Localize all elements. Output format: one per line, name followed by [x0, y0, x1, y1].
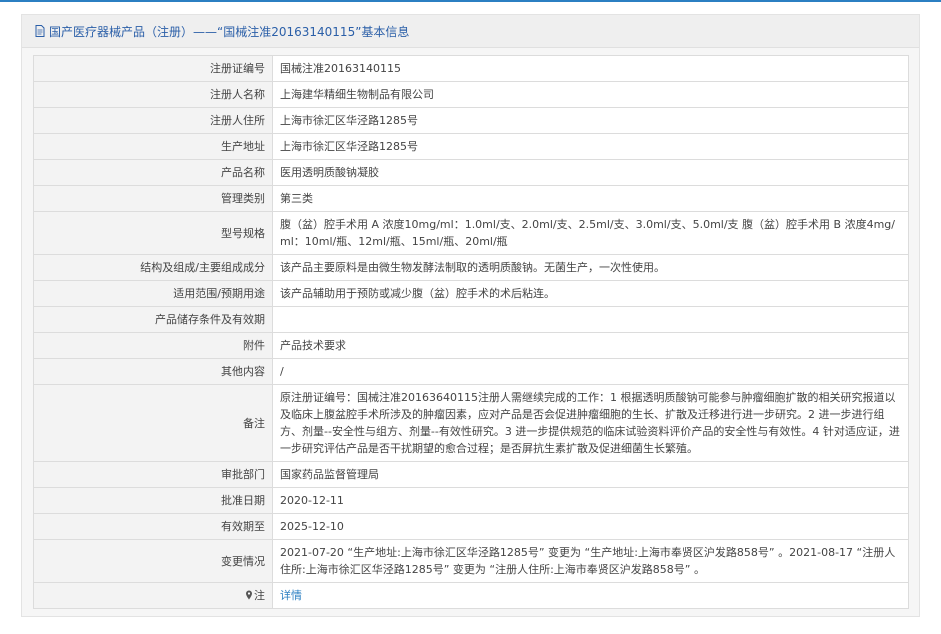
table-row-note: 注 详情 — [33, 582, 909, 609]
top-accent-bar — [0, 0, 941, 2]
field-label: 注册证编号 — [33, 55, 273, 82]
table-row: 变更情况 2021-07-20 “生产地址:上海市徐汇区华泾路1285号” 变更… — [33, 539, 909, 583]
field-label: 附件 — [33, 332, 273, 359]
table-row: 审批部门 国家药品监督管理局 — [33, 461, 909, 488]
field-value: 上海市徐汇区华泾路1285号 — [272, 133, 909, 160]
field-value: 该产品辅助用于预防或减少腹（盆）腔手术的术后粘连。 — [272, 280, 909, 307]
field-value: 第三类 — [272, 185, 909, 212]
field-label: 有效期至 — [33, 513, 273, 540]
field-value: 详情 — [272, 582, 909, 609]
field-label: 产品储存条件及有效期 — [33, 306, 273, 333]
location-pin-icon — [246, 590, 252, 600]
field-value: 2021-07-20 “生产地址:上海市徐汇区华泾路1285号” 变更为 “生产… — [272, 539, 909, 583]
field-label: 适用范围/预期用途 — [33, 280, 273, 307]
page-title: 国产医疗器械产品（注册）——“国械注准20163140115”基本信息 — [49, 24, 410, 39]
field-label: 注册人住所 — [33, 107, 273, 134]
field-value: 腹（盆）腔手术用 A 浓度10mg/ml：1.0ml/支、2.0ml/支、2.5… — [272, 211, 909, 255]
field-label: 生产地址 — [33, 133, 273, 160]
field-value: 国械注准20163140115 — [272, 55, 909, 82]
field-value: 2020-12-11 — [272, 487, 909, 514]
field-label: 管理类别 — [33, 185, 273, 212]
table-row: 型号规格 腹（盆）腔手术用 A 浓度10mg/ml：1.0ml/支、2.0ml/… — [33, 211, 909, 255]
table-row: 备注 原注册证编号：国械注准20163640115注册人需继续完成的工作：1 根… — [33, 384, 909, 462]
info-table: 注册证编号 国械注准20163140115 注册人名称 上海建华精细生物制品有限… — [33, 55, 909, 609]
table-row: 产品名称 医用透明质酸钠凝胶 — [33, 159, 909, 186]
document-icon — [35, 25, 45, 37]
table-row: 管理类别 第三类 — [33, 185, 909, 212]
field-label: 其他内容 — [33, 358, 273, 385]
field-label: 注 — [33, 582, 273, 609]
field-label: 备注 — [33, 384, 273, 462]
details-link[interactable]: 详情 — [280, 589, 302, 602]
table-row: 注册人名称 上海建华精细生物制品有限公司 — [33, 81, 909, 108]
table-row: 产品储存条件及有效期 — [33, 306, 909, 333]
field-label: 批准日期 — [33, 487, 273, 514]
field-value: 国家药品监督管理局 — [272, 461, 909, 488]
field-label: 变更情况 — [33, 539, 273, 583]
field-value: 产品技术要求 — [272, 332, 909, 359]
field-label: 审批部门 — [33, 461, 273, 488]
field-value: 上海建华精细生物制品有限公司 — [272, 81, 909, 108]
table-row: 生产地址 上海市徐汇区华泾路1285号 — [33, 133, 909, 160]
field-value: 原注册证编号：国械注准20163640115注册人需继续完成的工作：1 根据透明… — [272, 384, 909, 462]
table-row: 注册证编号 国械注准20163140115 — [33, 55, 909, 82]
field-value — [272, 306, 909, 333]
field-label: 型号规格 — [33, 211, 273, 255]
table-row: 附件 产品技术要求 — [33, 332, 909, 359]
field-value: 该产品主要原料是由微生物发酵法制取的透明质酸钠。无菌生产，一次性使用。 — [272, 254, 909, 281]
table-row: 批准日期 2020-12-11 — [33, 487, 909, 514]
table-row: 注册人住所 上海市徐汇区华泾路1285号 — [33, 107, 909, 134]
field-label: 注册人名称 — [33, 81, 273, 108]
field-label: 结构及组成/主要组成成分 — [33, 254, 273, 281]
table-row: 有效期至 2025-12-10 — [33, 513, 909, 540]
table-row: 结构及组成/主要组成成分 该产品主要原料是由微生物发酵法制取的透明质酸钠。无菌生… — [33, 254, 909, 281]
field-label: 产品名称 — [33, 159, 273, 186]
field-value: 上海市徐汇区华泾路1285号 — [272, 107, 909, 134]
panel-header: 国产医疗器械产品（注册）——“国械注准20163140115”基本信息 — [22, 15, 919, 48]
note-label: 注 — [254, 589, 265, 602]
table-row: 适用范围/预期用途 该产品辅助用于预防或减少腹（盆）腔手术的术后粘连。 — [33, 280, 909, 307]
field-value: 医用透明质酸钠凝胶 — [272, 159, 909, 186]
field-value: / — [272, 358, 909, 385]
field-value: 2025-12-10 — [272, 513, 909, 540]
table-row: 其他内容 / — [33, 358, 909, 385]
info-panel: 国产医疗器械产品（注册）——“国械注准20163140115”基本信息 注册证编… — [21, 14, 920, 617]
